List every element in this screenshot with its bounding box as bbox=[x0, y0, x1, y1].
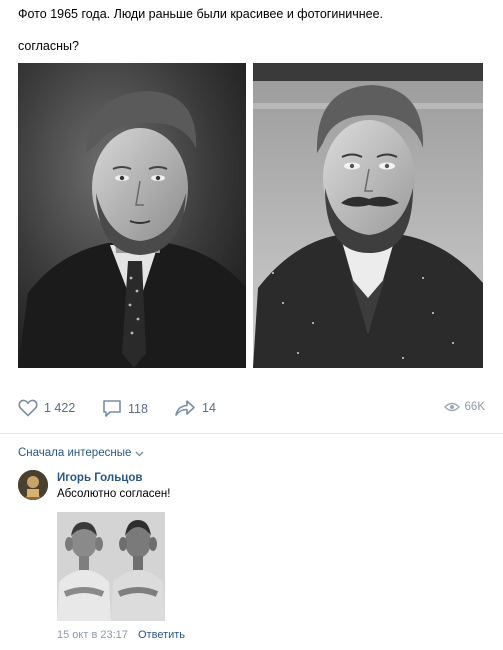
views-count: 66K bbox=[464, 401, 485, 413]
post-actions: 1 422 118 14 66K bbox=[18, 399, 485, 421]
post-photo-left[interactable] bbox=[18, 63, 246, 368]
comment-button[interactable]: 118 bbox=[102, 399, 148, 418]
share-button[interactable]: 14 bbox=[174, 399, 216, 417]
reply-link[interactable]: Ответить bbox=[138, 629, 185, 641]
sort-label: Сначала интересные bbox=[18, 447, 132, 459]
avatar[interactable] bbox=[18, 470, 48, 500]
divider bbox=[0, 387, 503, 388]
comment-photo[interactable] bbox=[57, 512, 165, 621]
portrait-left-image bbox=[18, 63, 246, 368]
share-arrow-icon bbox=[175, 400, 195, 416]
share-count: 14 bbox=[202, 401, 216, 415]
portrait-right-image bbox=[253, 63, 483, 368]
comment-photo-image bbox=[57, 512, 165, 621]
like-count: 1 422 bbox=[44, 401, 76, 415]
comment-timestamp[interactable]: 15 окт в 23:17 bbox=[57, 629, 128, 641]
avatar-image bbox=[18, 470, 48, 500]
heart-icon bbox=[18, 399, 38, 417]
comment-count: 118 bbox=[128, 401, 148, 416]
comment-text: Абсолютно согласен! bbox=[57, 488, 171, 500]
post-text-question: согласны? bbox=[18, 39, 79, 53]
post-text: Фото 1965 года. Люди раньше были красиве… bbox=[18, 7, 383, 21]
divider bbox=[0, 433, 503, 434]
like-button[interactable]: 1 422 bbox=[18, 399, 75, 417]
views-counter: 66K bbox=[443, 401, 485, 413]
comment-sort-dropdown[interactable]: Сначала интересные bbox=[18, 447, 144, 459]
post-photo-right[interactable] bbox=[253, 63, 483, 368]
chevron-down-icon bbox=[135, 451, 144, 456]
comment-icon bbox=[103, 400, 121, 417]
eye-icon bbox=[443, 402, 460, 412]
comment-author[interactable]: Игорь Гольцов bbox=[57, 472, 142, 484]
